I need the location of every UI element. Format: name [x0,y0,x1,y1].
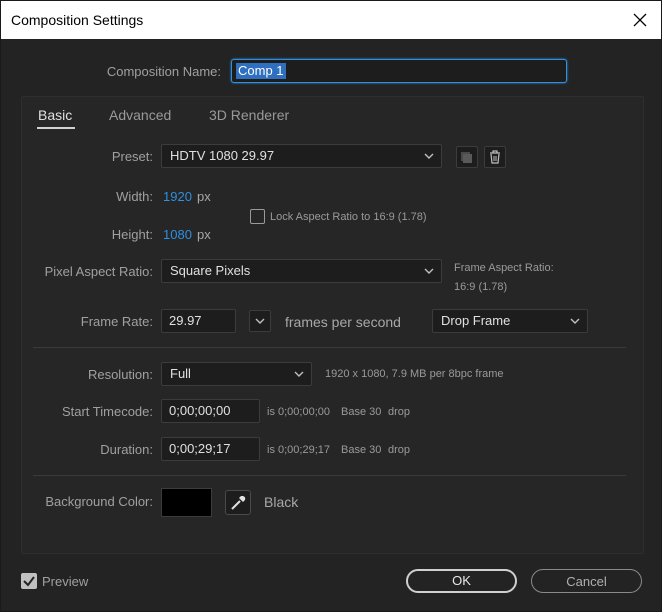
width-label: Width: [116,189,153,204]
preset-dropdown[interactable]: HDTV 1080 29.97 [161,144,442,168]
tab-advanced[interactable]: Advanced [109,107,171,123]
tab-3d-renderer[interactable]: 3D Renderer [209,107,289,123]
duration-label: Duration: [100,442,153,457]
start-timecode-label: Start Timecode: [61,404,153,419]
save-preset-icon[interactable] [456,146,478,168]
delete-preset-icon[interactable] [484,146,506,168]
cancel-button[interactable]: Cancel [531,569,642,593]
height-unit: px [197,227,211,242]
background-color-swatch[interactable] [161,488,212,517]
start-timecode-base: Base 30 [341,406,382,418]
background-color-label: Background Color: [45,494,153,509]
frame-rate-units: frames per second [285,314,401,330]
pixel-aspect-dropdown[interactable]: Square Pixels [161,259,442,283]
ok-button[interactable]: OK [406,569,517,593]
frame-rate-dropdown[interactable] [249,310,271,332]
title-bar: Composition Settings [1,1,661,39]
resolution-label: Resolution: [87,367,153,382]
divider [33,347,626,348]
chevron-down-icon [423,145,435,167]
preset-value: HDTV 1080 29.97 [170,148,275,163]
pixel-aspect-label: Pixel Aspect Ratio: [44,264,153,279]
chevron-down-icon [423,260,435,282]
comp-name-label: Composition Name: [106,64,221,79]
height-value[interactable]: 1080 [163,227,192,242]
duration-input[interactable]: 0;00;29;17 [161,437,260,461]
resolution-value: Full [170,366,191,381]
start-timecode-input[interactable]: 0;00;00;00 [161,399,260,423]
divider [33,475,626,476]
frame-aspect-value: 16:9 (1.78) [454,281,508,293]
duration-is: is 0;00;29;17 [267,444,330,456]
lock-aspect-checkbox[interactable] [250,209,265,224]
height-label: Height: [111,227,153,242]
chevron-down-icon [569,310,581,332]
resolution-dropdown[interactable]: Full [161,362,312,386]
frame-aspect-label: Frame Aspect Ratio: [454,262,554,274]
pixel-aspect-value: Square Pixels [170,263,251,278]
preset-label: Preset: [111,149,153,164]
active-tab-indicator [37,127,75,129]
frame-rate-label: Frame Rate: [80,314,153,329]
background-color-name: Black [264,494,299,510]
duration-drop: drop [388,444,411,456]
drop-frame-dropdown[interactable]: Drop Frame [432,309,588,333]
lock-aspect-label: Lock Aspect Ratio to 16:9 (1.78) [270,211,427,223]
width-unit: px [197,189,211,204]
close-icon[interactable] [629,9,651,31]
tab-basic[interactable]: Basic [38,107,72,123]
composition-settings-dialog: Composition Settings Composition Name: C… [0,0,662,612]
chevron-down-icon [250,318,270,334]
frame-rate-input[interactable]: 29.97 [161,309,236,333]
comp-name-input[interactable]: Comp 1 [231,59,567,83]
checkmark-icon [23,576,35,587]
start-timecode-drop: drop [388,406,411,418]
eyedropper-icon[interactable] [225,490,251,515]
dialog-title: Composition Settings [11,12,144,28]
duration-base: Base 30 [341,444,382,456]
drop-frame-value: Drop Frame [441,313,511,328]
comp-name-value: Comp 1 [236,63,286,79]
preview-checkbox[interactable] [21,573,37,589]
chevron-down-icon [293,363,305,385]
start-timecode-is: is 0;00;00;00 [267,406,330,418]
resolution-info: 1920 x 1080, 7.9 MB per 8bpc frame [325,368,504,380]
preview-label: Preview [42,574,89,589]
width-value[interactable]: 1920 [163,189,192,204]
